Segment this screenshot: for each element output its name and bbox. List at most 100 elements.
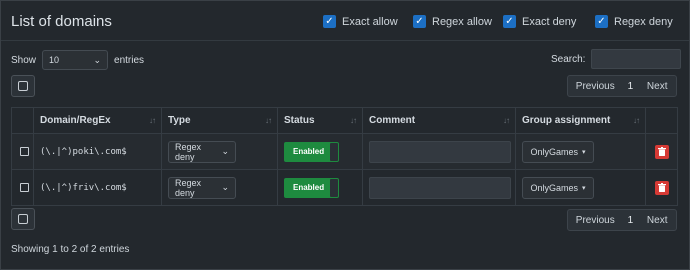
group-select[interactable]: OnlyGames ▾ — [522, 176, 594, 199]
search-input[interactable] — [591, 49, 682, 69]
column-header-actions — [645, 107, 678, 134]
column-header-status[interactable]: Status ↓↑ — [277, 107, 363, 134]
toggle-knob — [330, 178, 338, 197]
comment-input[interactable] — [369, 140, 511, 163]
table-row: (\.|^)friv\.com$ Regex deny ⌄ Enabled Onl… — [11, 169, 678, 206]
type-cell: Regex deny ⌄ — [161, 169, 278, 206]
page-number-button[interactable]: 1 — [623, 81, 639, 92]
status-toggle[interactable]: Enabled — [284, 177, 339, 198]
group-cell: OnlyGames ▾ — [515, 169, 646, 206]
caret-down-icon: ▾ — [582, 184, 586, 192]
status-label: Enabled — [293, 183, 325, 192]
search-control: Search: — [551, 49, 682, 69]
comment-cell — [362, 169, 516, 206]
domains-panel: List of domains ✓ Exact allow ✓ Regex al… — [0, 0, 690, 270]
type-cell: Regex deny ⌄ — [161, 133, 278, 170]
filter-regex-deny[interactable]: ✓ Regex deny — [595, 15, 673, 28]
column-header-domain[interactable]: Domain/RegEx ↓↑ — [33, 107, 162, 134]
column-header-group[interactable]: Group assignment ↓↑ — [515, 107, 646, 134]
column-header-label: Type — [168, 115, 191, 126]
entries-value: 10 — [49, 55, 60, 65]
checkbox-checked-icon[interactable]: ✓ — [323, 15, 336, 28]
filter-exact-allow[interactable]: ✓ Exact allow — [323, 15, 398, 28]
column-header-label: Group assignment — [522, 115, 611, 126]
delete-button[interactable] — [654, 144, 669, 159]
table-info: Showing 1 to 2 of 2 entries — [11, 244, 130, 255]
group-value: OnlyGames — [530, 182, 578, 193]
filter-label: Regex allow — [432, 15, 492, 28]
type-select[interactable]: Regex deny ⌄ — [168, 176, 236, 199]
previous-page-button[interactable]: Previous — [568, 81, 623, 92]
checkbox-checked-icon[interactable]: ✓ — [595, 15, 608, 28]
type-select[interactable]: Regex deny ⌄ — [168, 140, 236, 163]
filter-exact-deny[interactable]: ✓ Exact deny — [503, 15, 576, 28]
column-header-label: Status — [284, 115, 315, 126]
show-label: Show — [11, 54, 37, 66]
type-value: Regex deny — [175, 141, 202, 162]
column-header-label: Domain/RegEx — [40, 115, 111, 126]
pagination-bottom: Previous 1 Next — [567, 209, 677, 231]
search-label: Search: — [551, 53, 586, 65]
actions-cell — [645, 133, 678, 170]
column-header-select — [11, 107, 34, 134]
filter-label: Exact allow — [342, 15, 398, 28]
page-number-button[interactable]: 1 — [623, 215, 639, 226]
domain-cell: (\.|^)friv\.com$ — [33, 169, 162, 206]
row-select-cell — [11, 133, 34, 170]
checkbox-checked-icon[interactable]: ✓ — [413, 15, 426, 28]
trash-icon — [657, 183, 666, 192]
chevron-down-icon: ⌄ — [221, 182, 229, 192]
delete-button[interactable] — [654, 180, 669, 195]
table-row: (\.|^)poki\.com$ Regex deny ⌄ Enabled Onl… — [11, 133, 678, 170]
group-select[interactable]: OnlyGames ▾ — [522, 140, 594, 163]
column-header-label: Comment — [369, 115, 416, 126]
column-header-comment[interactable]: Comment ↓↑ — [362, 107, 516, 134]
group-cell: OnlyGames ▾ — [515, 133, 646, 170]
pagination-top: Previous 1 Next — [567, 75, 677, 97]
domain-text: (\.|^)friv\.com$ — [40, 183, 127, 193]
next-page-button[interactable]: Next — [638, 81, 676, 92]
checkbox-checked-icon[interactable]: ✓ — [503, 15, 516, 28]
select-all-button-bottom[interactable] — [11, 208, 35, 230]
panel-header: List of domains ✓ Exact allow ✓ Regex al… — [1, 1, 689, 41]
square-icon — [18, 214, 28, 224]
entries-select[interactable]: 10 ⌄ — [42, 50, 109, 70]
chevron-down-icon: ⌄ — [93, 54, 102, 65]
group-value: OnlyGames — [530, 146, 578, 157]
previous-page-button[interactable]: Previous — [568, 215, 623, 226]
sort-icon: ↓↑ — [350, 116, 357, 125]
comment-cell — [362, 133, 516, 170]
row-checkbox[interactable] — [20, 183, 29, 192]
domain-text: (\.|^)poki\.com$ — [40, 147, 127, 157]
type-value: Regex deny — [175, 177, 202, 198]
row-select-cell — [11, 169, 34, 206]
sort-icon: ↓↑ — [149, 116, 156, 125]
row-checkbox[interactable] — [20, 147, 29, 156]
next-page-button[interactable]: Next — [638, 215, 676, 226]
toggle-knob — [330, 142, 338, 161]
filter-regex-allow[interactable]: ✓ Regex allow — [413, 15, 492, 28]
page-title: List of domains — [11, 13, 112, 30]
status-cell: Enabled — [277, 133, 363, 170]
domain-cell: (\.|^)poki\.com$ — [33, 133, 162, 170]
filter-label: Regex deny — [614, 15, 673, 28]
sort-icon: ↓↑ — [633, 116, 640, 125]
square-icon — [18, 81, 28, 91]
table-header-row: Domain/RegEx ↓↑ Type ↓↑ Status ↓↑ Comment ↓↑… — [11, 107, 678, 134]
domains-table: Domain/RegEx ↓↑ Type ↓↑ Status ↓↑ Comment ↓↑… — [11, 107, 678, 206]
select-all-button-top[interactable] — [11, 75, 35, 97]
entries-length-control: Show 10 ⌄ entries — [11, 50, 144, 70]
comment-input[interactable] — [369, 176, 511, 199]
sort-icon: ↓↑ — [503, 116, 510, 125]
column-header-type[interactable]: Type ↓↑ — [161, 107, 278, 134]
status-cell: Enabled — [277, 169, 363, 206]
entries-label: entries — [114, 54, 145, 66]
caret-down-icon: ▾ — [582, 148, 586, 156]
status-toggle[interactable]: Enabled — [284, 141, 339, 162]
actions-cell — [645, 169, 678, 206]
trash-icon — [657, 147, 666, 156]
filter-label: Exact deny — [522, 15, 577, 28]
sort-icon: ↓↑ — [265, 116, 272, 125]
status-label: Enabled — [293, 147, 325, 156]
chevron-down-icon: ⌄ — [221, 146, 229, 156]
